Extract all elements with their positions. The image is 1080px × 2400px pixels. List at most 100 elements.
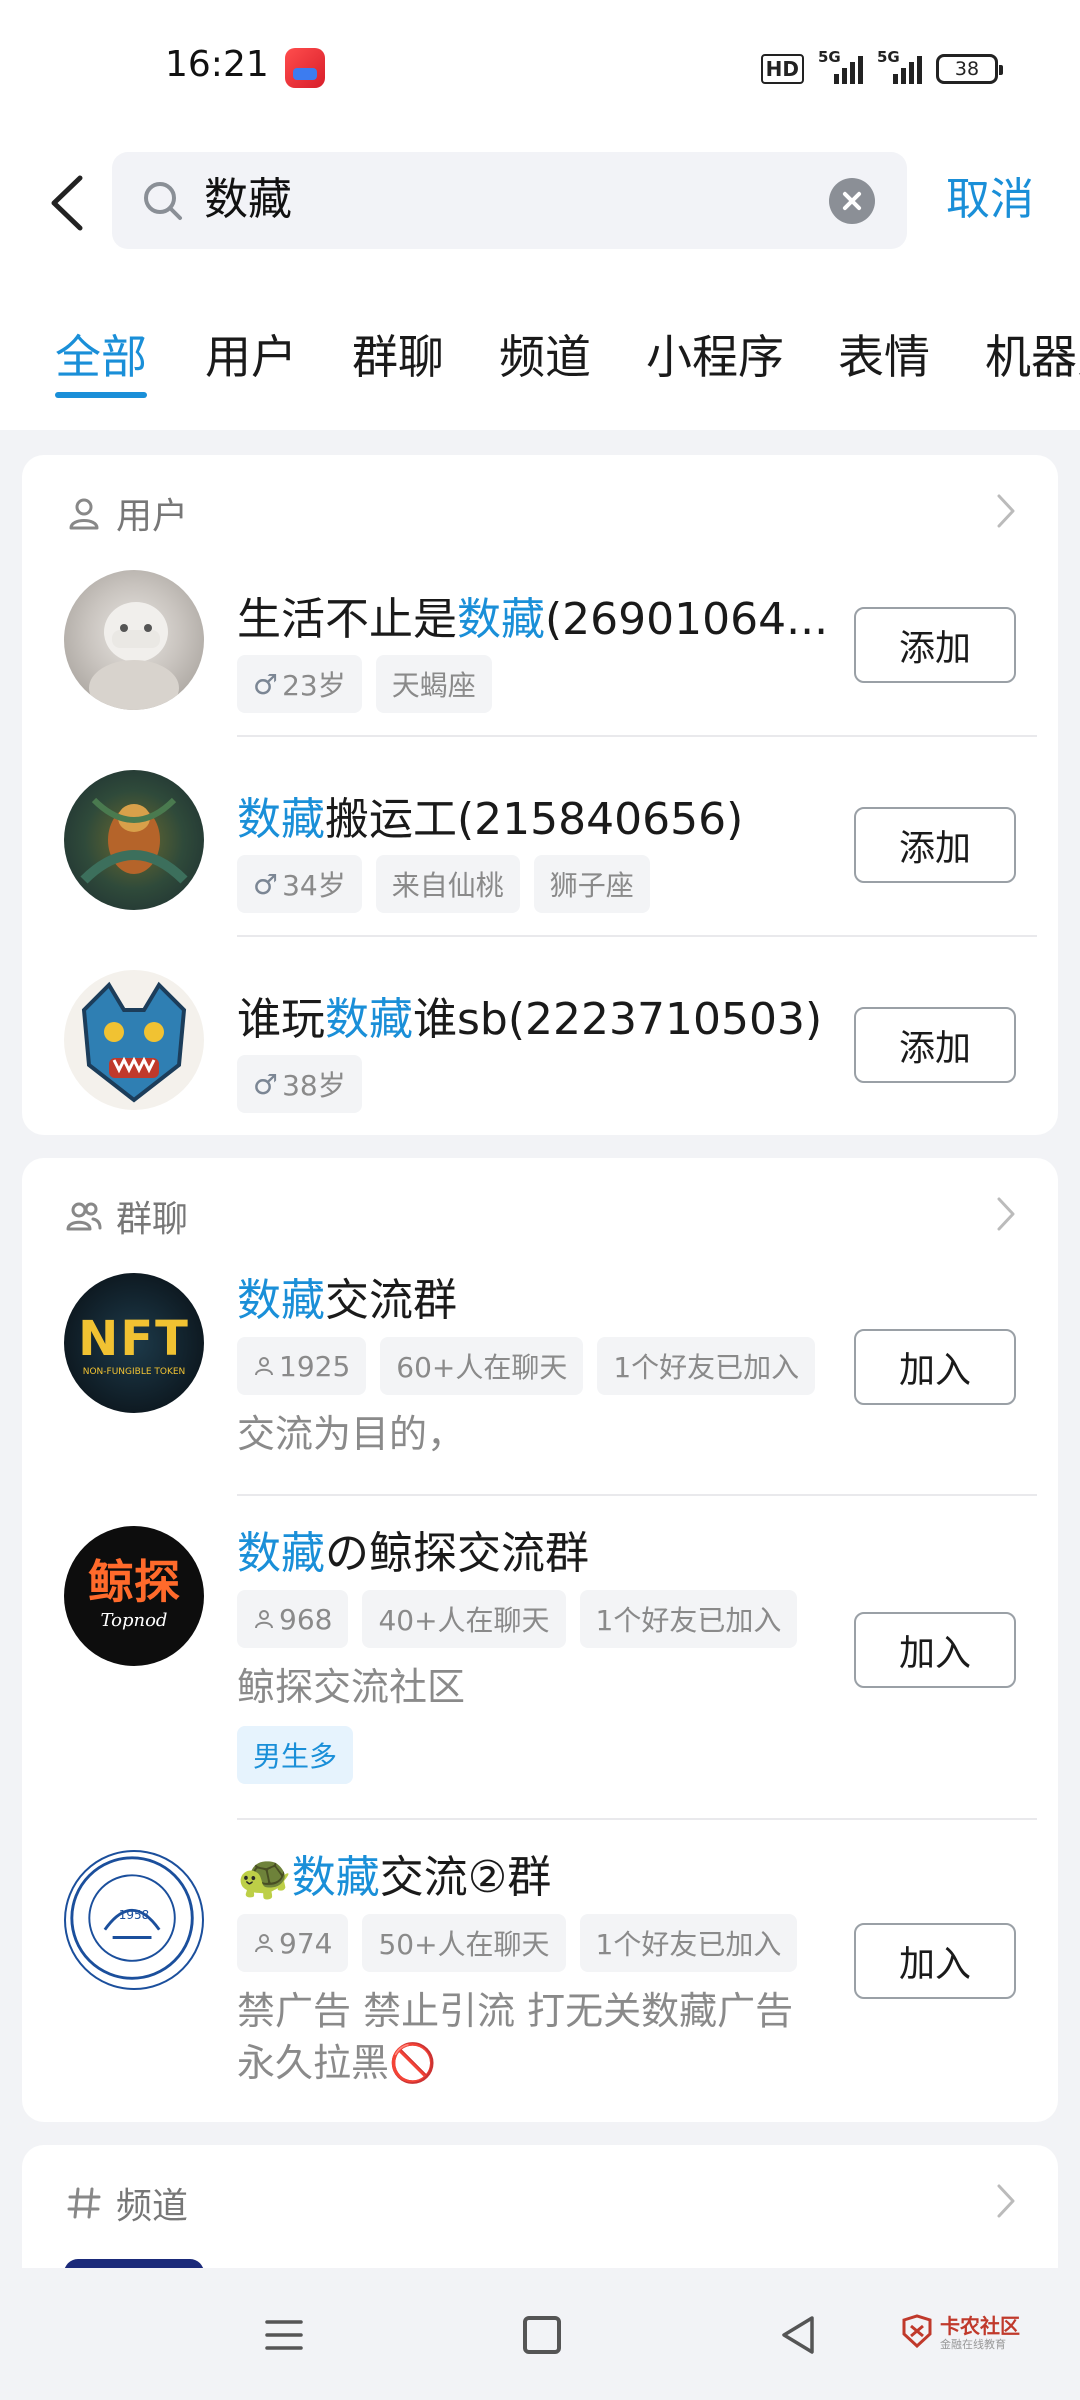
divider [237, 1494, 1037, 1496]
tab-users[interactable]: 用户 [205, 328, 297, 386]
male-icon: ♂ [253, 867, 279, 901]
tab-mini-programs[interactable]: 小程序 [646, 328, 784, 386]
users-section: 用户 生活不止是数藏(26901064... ♂ 23岁 天蝎座 添加 数藏搬运… [22, 455, 1058, 1135]
group-avatar: NFT NON-FUNGIBLE TOKEN [64, 1273, 204, 1413]
divider [237, 1818, 1037, 1820]
friends-joined-tag: 1个好友已加入 [579, 1590, 798, 1648]
person-icon [255, 1934, 273, 1953]
recent-apps-icon[interactable] [265, 2318, 303, 2352]
search-query: 数藏 [204, 174, 292, 225]
group-row[interactable]: 鲸探 Topnod 数藏の鲸探交流群 968 40+人在聊天 1个好友已加入 鲸… [22, 1526, 1058, 1786]
chevron-right-icon[interactable] [994, 491, 1018, 531]
user-name: 谁玩数藏谁sb(2223710503) [237, 994, 823, 1045]
group-name: 🐢数藏交流②群 [237, 1852, 552, 1903]
divider [237, 935, 1037, 937]
tab-stickers[interactable]: 表情 [838, 328, 930, 386]
male-icon: ♂ [253, 667, 279, 701]
friends-joined-tag: 1个好友已加入 [597, 1337, 816, 1395]
watermark: 卡农社区 金融在线教育 [900, 2308, 1020, 2358]
online-count-tag: 60+人在聊天 [380, 1337, 584, 1395]
search-input[interactable]: 数藏 [112, 152, 907, 249]
add-friend-button[interactable]: 添加 [854, 1007, 1016, 1083]
hd-voice-icon: HD [760, 54, 804, 84]
group-tags: 974 50+人在聊天 1个好友已加入 [237, 1914, 798, 1972]
back-icon[interactable] [778, 2314, 818, 2356]
group-description: 鲸探交流社区 [237, 1665, 466, 1709]
person-icon [255, 1357, 273, 1376]
group-name: 数藏交流群 [237, 1275, 457, 1326]
join-group-button[interactable]: 加入 [854, 1329, 1016, 1405]
user-row[interactable]: 数藏搬运工(215840656) ♂ 34岁 来自仙桃 狮子座 添加 [22, 770, 1058, 950]
user-row[interactable]: 谁玩数藏谁sb(2223710503) ♂ 38岁 添加 [22, 970, 1058, 1130]
gender-ratio-tag: 男生多 [237, 1726, 354, 1784]
user-tags: ♂ 34岁 来自仙桃 狮子座 [237, 855, 650, 913]
chevron-right-icon[interactable] [994, 2181, 1018, 2221]
users-section-title: 用户 [116, 496, 189, 537]
user-avatar [64, 770, 204, 910]
users-section-header[interactable]: 用户 [66, 485, 188, 541]
home-icon[interactable] [523, 2316, 561, 2354]
user-name: 生活不止是数藏(26901064... [237, 594, 829, 645]
user-avatar [64, 570, 204, 710]
join-group-button[interactable]: 加入 [854, 1612, 1016, 1688]
back-arrow-icon[interactable] [42, 168, 98, 238]
user-tags: ♂ 23岁 天蝎座 [237, 655, 492, 713]
search-header: 数藏 取消 [0, 140, 1080, 270]
group-row[interactable]: NFT NON-FUNGIBLE TOKEN 数藏交流群 1925 60+人在聊… [22, 1273, 1058, 1473]
system-nav-bar: 卡农社区 金融在线教育 [0, 2268, 1080, 2400]
tab-bots[interactable]: 机器人 [985, 328, 1080, 386]
person-icon [255, 1610, 273, 1629]
add-friend-button[interactable]: 添加 [854, 607, 1016, 683]
male-icon: ♂ [253, 1067, 279, 1101]
group-avatar: 鲸探 Topnod [64, 1526, 204, 1666]
age-tag: ♂ 38岁 [237, 1055, 362, 1113]
battery-icon: 38 [936, 54, 1003, 84]
status-icons: HD 5G 5G 38 [760, 48, 1003, 88]
online-count-tag: 50+人在聊天 [362, 1914, 566, 1972]
group-icon [66, 1202, 102, 1231]
user-name: 数藏搬运工(215840656) [237, 794, 744, 845]
user-icon [69, 498, 99, 530]
channels-section-title: 频道 [116, 2186, 189, 2227]
user-row[interactable]: 生活不止是数藏(26901064... ♂ 23岁 天蝎座 添加 [22, 570, 1058, 750]
chevron-right-icon[interactable] [994, 1194, 1018, 1234]
member-count-tag: 974 [237, 1914, 349, 1972]
tab-channels[interactable]: 频道 [499, 328, 591, 386]
status-bar: 16:21 HD 5G 5G 38 [0, 0, 1080, 140]
group-row[interactable]: 1958 🐢数藏交流②群 974 50+人在聊天 1个好友已加入 禁广告 禁止引… [22, 1850, 1058, 2110]
group-extra-tags: 男生多 [237, 1726, 354, 1784]
group-tags: 968 40+人在聊天 1个好友已加入 [237, 1590, 798, 1648]
age-tag: ♂ 34岁 [237, 855, 362, 913]
group-name: 数藏の鲸探交流群 [237, 1528, 589, 1579]
active-tab-indicator [55, 392, 147, 398]
tab-all[interactable]: 全部 [55, 328, 147, 386]
notification-app-icon [285, 48, 325, 88]
age-tag: ♂ 23岁 [237, 655, 362, 713]
user-avatar [64, 970, 204, 1110]
location-tag: 来自仙桃 [375, 855, 520, 913]
groups-section-header[interactable]: 群聊 [66, 1188, 188, 1244]
group-description: 交流为目的， [237, 1412, 466, 1456]
member-count-tag: 1925 [237, 1337, 367, 1395]
groups-section: 群聊 NFT NON-FUNGIBLE TOKEN 数藏交流群 1925 60+… [22, 1158, 1058, 2122]
category-tabs: 全部 用户 群聊 频道 小程序 表情 机器人 [0, 270, 1080, 430]
watermark-logo-icon [902, 2314, 932, 2348]
join-group-button[interactable]: 加入 [854, 1923, 1016, 1999]
group-description: 禁广告 禁止引流 打无关数藏广告永久拉黑🚫 [237, 1989, 794, 2085]
add-friend-button[interactable]: 添加 [854, 807, 1016, 883]
cancel-button[interactable]: 取消 [946, 172, 1034, 228]
user-tags: ♂ 38岁 [237, 1055, 362, 1113]
group-avatar: 1958 [64, 1850, 204, 1990]
zodiac-tag: 狮子座 [533, 855, 650, 913]
member-count-tag: 968 [237, 1590, 349, 1648]
clear-icon[interactable] [829, 178, 875, 224]
online-count-tag: 40+人在聊天 [362, 1590, 566, 1648]
divider [237, 735, 1037, 737]
search-icon [144, 182, 182, 220]
groups-section-title: 群聊 [116, 1199, 189, 1240]
status-time: 16:21 [165, 44, 269, 85]
tab-groups[interactable]: 群聊 [352, 328, 444, 386]
group-tags: 1925 60+人在聊天 1个好友已加入 [237, 1337, 816, 1395]
channels-section-header[interactable]: 频道 [66, 2175, 188, 2231]
zodiac-tag: 天蝎座 [375, 655, 492, 713]
